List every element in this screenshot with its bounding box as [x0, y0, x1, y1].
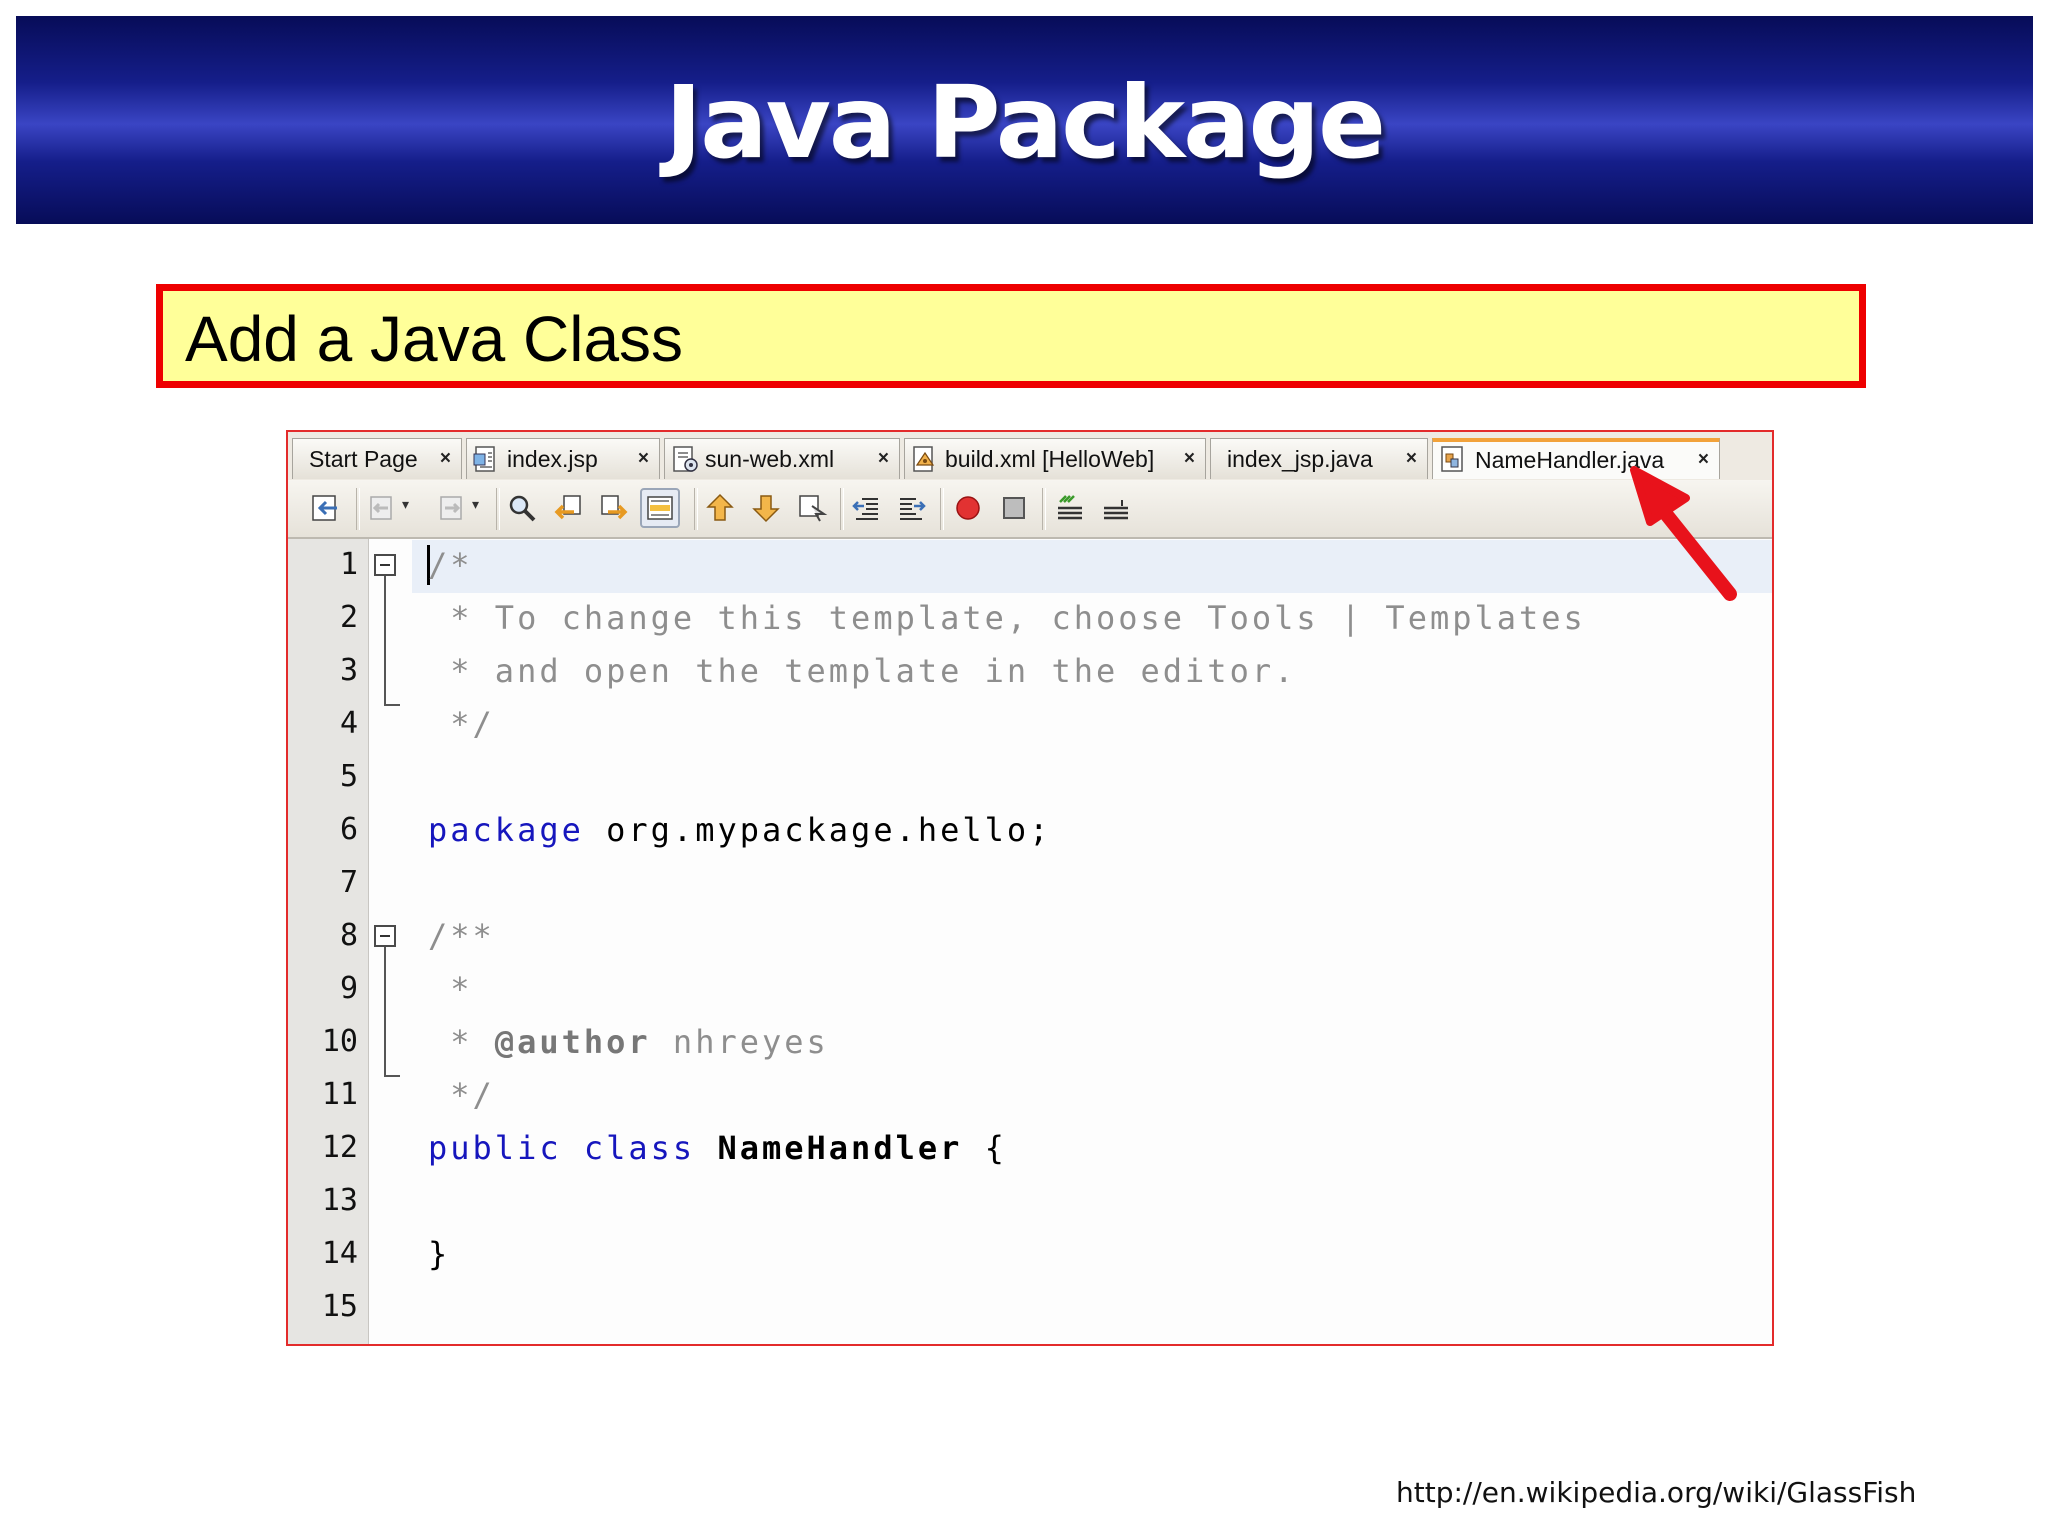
start-macro-recording-icon[interactable]: [952, 492, 984, 524]
code-line-11: */: [428, 1076, 495, 1114]
line-number: 12: [321, 1130, 358, 1165]
ant-build-file-icon: [911, 445, 939, 485]
line-number-gutter: 1 2 3 4 5 6 7 8 9 10 11 12 13 14 15: [288, 539, 369, 1344]
code-line-3: * and open the template in the editor.: [428, 652, 1297, 690]
line-number: 7: [339, 865, 358, 900]
code-line-6: package org.mypackage.hello;: [428, 804, 1051, 857]
close-icon[interactable]: ×: [440, 439, 451, 479]
ide-editor-screenshot: Start Page × index.jsp × sun-web.xml × b…: [286, 430, 1774, 1346]
line-number: 10: [321, 1024, 358, 1059]
line-number: 5: [339, 759, 358, 794]
tab-sun-web-xml[interactable]: sun-web.xml ×: [664, 438, 900, 479]
slide-title: Java Package: [665, 64, 1386, 181]
toolbar-separator: [694, 488, 698, 530]
next-bookmark-icon[interactable]: [436, 492, 479, 524]
subtitle-box: Add a Java Class: [156, 284, 1866, 388]
fold-toggle-collapse-icon[interactable]: [374, 554, 396, 576]
code-line-10: * @author nhreyes: [428, 1016, 829, 1069]
editor-toolbar: [288, 480, 1772, 539]
jsp-file-icon: [473, 445, 499, 485]
tab-build-xml[interactable]: build.xml [HelloWeb] ×: [904, 438, 1206, 479]
line-number: 13: [321, 1183, 358, 1218]
shift-line-right-icon[interactable]: [896, 492, 928, 524]
slide-subtitle: Add a Java Class: [185, 303, 684, 375]
source-citation: http://en.wikipedia.org/wiki/GlassFish: [1396, 1476, 1917, 1509]
xml-config-file-icon: [671, 445, 699, 485]
toggle-bookmark-icon[interactable]: [796, 492, 828, 524]
back-to-last-edit-icon[interactable]: [310, 492, 342, 524]
line-number: 3: [339, 653, 358, 688]
toolbar-separator: [356, 488, 360, 530]
editor-tab-bar: Start Page × index.jsp × sun-web.xml × b…: [288, 432, 1772, 481]
line-number: 9: [339, 971, 358, 1006]
tab-label: index.jsp: [507, 446, 598, 472]
code-line-4: */: [428, 705, 495, 743]
tab-label: Start Page: [309, 446, 418, 472]
line-number: 11: [321, 1077, 358, 1112]
line-number: 1: [339, 547, 358, 582]
line-number: 6: [339, 812, 358, 847]
find-next-icon[interactable]: [598, 492, 630, 524]
tab-start-page[interactable]: Start Page ×: [292, 438, 462, 479]
class-modifiers: public class: [428, 1129, 696, 1167]
uncomment-icon[interactable]: [1100, 492, 1132, 524]
stop-macro-recording-icon[interactable]: [998, 492, 1030, 524]
tab-label: index_jsp.java: [1227, 446, 1373, 472]
javadoc-star: *: [428, 1023, 495, 1061]
toolbar-separator: [940, 488, 944, 530]
package-keyword: package: [428, 811, 584, 849]
fold-guide: [384, 576, 386, 706]
toggle-highlight-search-icon[interactable]: [640, 488, 680, 528]
code-line-14: }: [428, 1235, 451, 1273]
toolbar-separator: [1042, 488, 1046, 530]
tab-index-jsp[interactable]: index.jsp ×: [466, 438, 660, 479]
code-line-1: /*: [428, 546, 473, 584]
line-number: 15: [321, 1289, 358, 1324]
close-icon[interactable]: ×: [1184, 439, 1195, 479]
previous-bookmark-icon[interactable]: [366, 492, 409, 524]
open-brace: {: [962, 1129, 1007, 1167]
fold-toggle-collapse-icon[interactable]: [374, 925, 396, 947]
tab-index-jsp-java[interactable]: index_jsp.java ×: [1210, 438, 1428, 479]
line-number: 4: [339, 706, 358, 741]
package-name: org.mypackage.hello;: [583, 811, 1052, 849]
tab-label: build.xml [HelloWeb]: [945, 446, 1155, 472]
close-icon[interactable]: ×: [878, 439, 889, 479]
toggle-highlight-wrapper: [640, 480, 680, 537]
line-number: 8: [339, 918, 358, 953]
comment-icon[interactable]: [1054, 492, 1086, 524]
close-icon[interactable]: ×: [638, 439, 649, 479]
fold-guide: [384, 947, 386, 1077]
toolbar-separator: [496, 488, 500, 530]
annotation-arrow-icon: [1630, 466, 1737, 601]
previous-occurrence-icon[interactable]: [704, 492, 736, 524]
close-icon[interactable]: ×: [1406, 439, 1417, 479]
code-line-8: /**: [428, 917, 495, 955]
next-occurrence-icon[interactable]: [750, 492, 782, 524]
line-number: 14: [321, 1236, 358, 1271]
javadoc-author-tag: @author: [494, 1023, 651, 1061]
java-class-file-icon: [1439, 445, 1467, 483]
code-line-2: * To change this template, choose Tools …: [428, 599, 1586, 637]
code-line-9: *: [428, 970, 473, 1008]
code-editor-area[interactable]: /* * To change this template, choose Too…: [428, 539, 1772, 1344]
shift-line-left-icon[interactable]: [850, 492, 882, 524]
fold-guide-end: [384, 704, 400, 706]
code-line-12: public class NameHandler {: [428, 1122, 1007, 1175]
line-number: 2: [339, 600, 358, 635]
class-name: NameHandler: [717, 1129, 963, 1167]
toolbar-separator: [840, 488, 844, 530]
fold-guide-end: [384, 1075, 400, 1077]
code-folding-column: [368, 539, 412, 1344]
title-banner: Java Package: [16, 16, 2033, 224]
javadoc-author-name: nhreyes: [650, 1023, 829, 1061]
tab-label: sun-web.xml: [705, 446, 835, 472]
find-selection-icon[interactable]: [506, 492, 538, 524]
find-previous-icon[interactable]: [552, 492, 584, 524]
